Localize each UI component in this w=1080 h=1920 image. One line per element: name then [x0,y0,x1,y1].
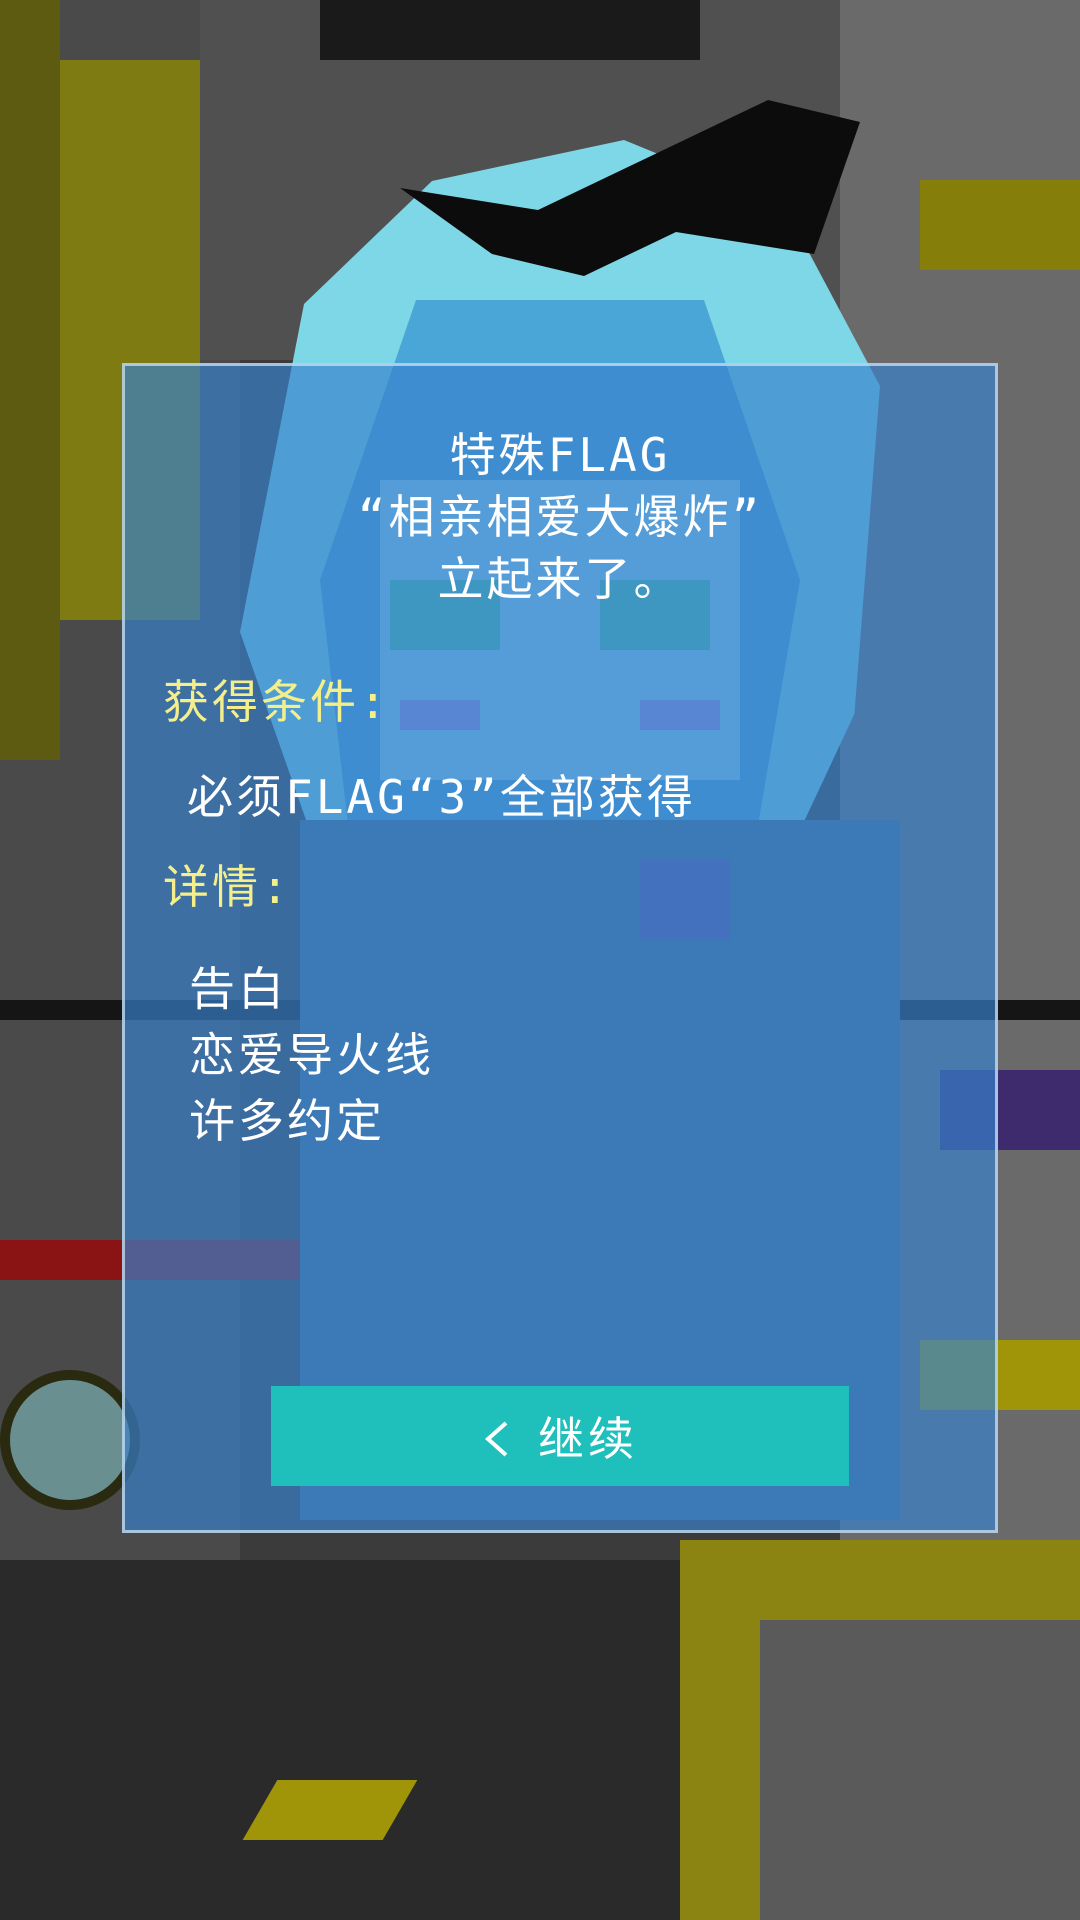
title-line: 立起来了。 [437,552,683,606]
bg-yellow-panel [0,0,60,760]
details-label: 详情: [163,860,292,914]
condition-label: 获得条件: [163,675,390,729]
list-item: 告白 [189,962,287,1016]
bg-floor [0,1560,700,1920]
title-line: 特殊FLAG [449,428,671,482]
list-item: 恋爱导火线 [189,1028,434,1082]
flag-dialog: 特殊FLAG “相亲相爱大爆炸” 立起来了。 获得条件: 必须FLAG“3”全部… [122,363,998,1533]
bg-gear [0,1370,140,1510]
dialog-title: 特殊FLAG “相亲相爱大爆炸” 立起来了。 [125,424,995,610]
list-item: 许多约定 [189,1094,385,1148]
title-line: “相亲相爱大爆炸” [357,490,763,544]
continue-button[interactable]: 继续 [271,1386,849,1486]
bg-yellow-strip [920,180,1080,270]
bg-ceiling-shadow [320,0,700,60]
bg-floor-gray [760,1620,1080,1920]
chevron-left-icon [482,1416,512,1457]
condition-text: 必须FLAG“3”全部获得 [187,770,696,824]
details-list: 告白 恋爱导火线 许多约定 [189,956,434,1154]
continue-label: 继续 [538,1412,638,1466]
